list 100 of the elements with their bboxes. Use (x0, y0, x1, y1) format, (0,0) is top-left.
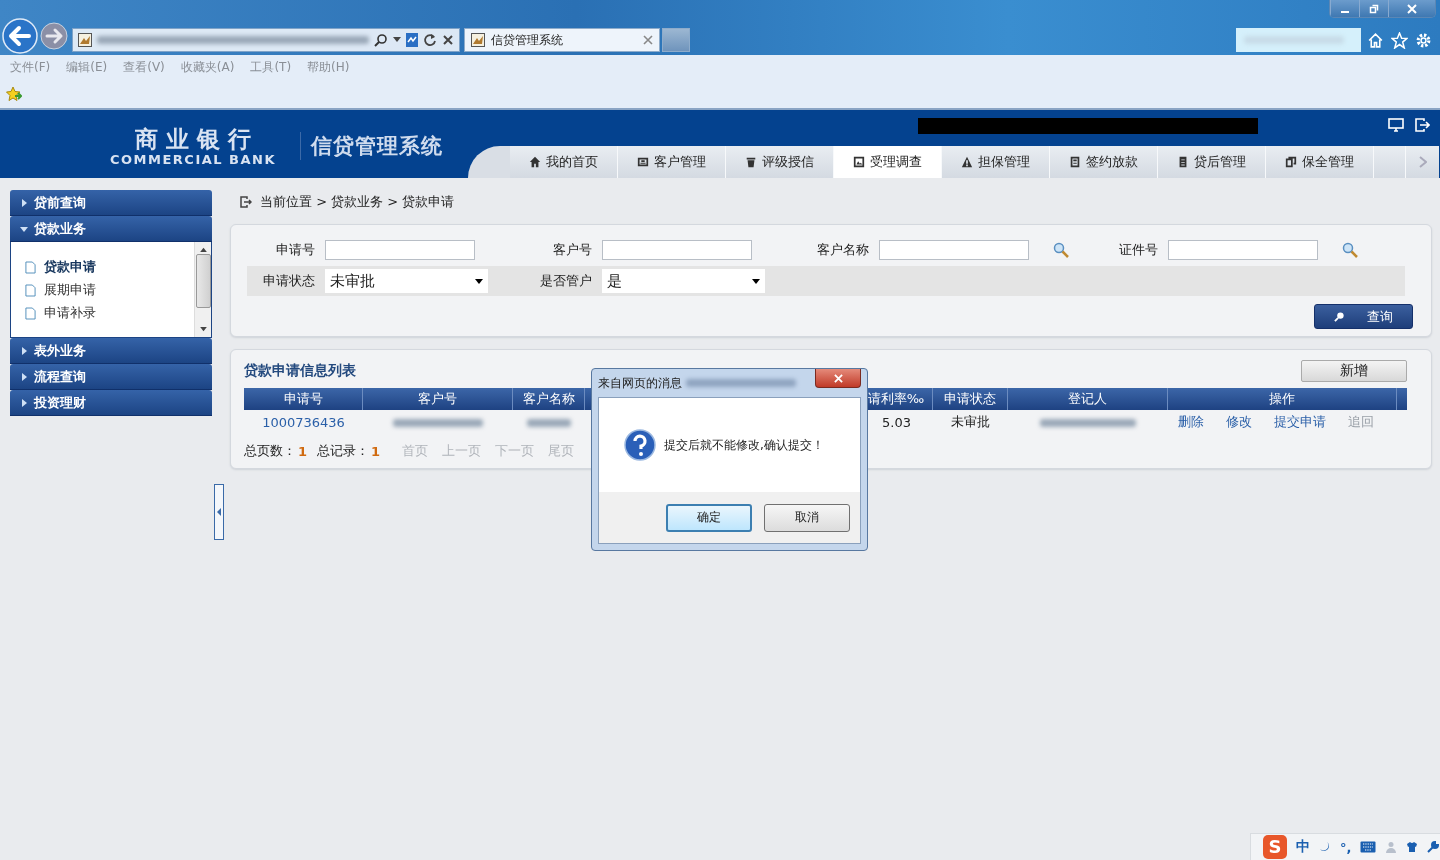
action-link[interactable]: 删除 (1178, 413, 1204, 431)
search-icon[interactable] (374, 33, 388, 47)
settings-icon[interactable] (1415, 32, 1432, 49)
dialog-button[interactable]: 确定 (666, 503, 752, 532)
close-button[interactable] (815, 369, 861, 388)
nav-tab[interactable]: 担保管理 (942, 146, 1050, 178)
ime-logo[interactable]: S (1263, 835, 1287, 859)
site-icon (78, 33, 92, 47)
sidebar-item[interactable]: 申请补录 (44, 304, 96, 322)
action-link[interactable]: 提交申请 (1274, 413, 1326, 431)
column-header: 申请号 (244, 388, 363, 410)
column-header: 操作 (1168, 388, 1397, 410)
field-label: 是否管户 (539, 272, 592, 290)
nav-tab[interactable]: 保全管理 (1266, 146, 1374, 178)
sidebar-section[interactable]: 贷前查询 (10, 190, 213, 216)
register-icon (1069, 156, 1081, 168)
dialog-title: 来自网页的消息 (598, 374, 682, 392)
ime-mode[interactable]: 中 (1296, 838, 1310, 856)
system-name: 信贷管理系统 (300, 132, 444, 160)
nav-tab[interactable]: 贷后管理 (1158, 146, 1266, 178)
browser-tab[interactable]: 信贷管理系统 (464, 28, 660, 52)
nav-tab[interactable]: 客户管理 (618, 146, 726, 178)
caret-icon (20, 224, 28, 233)
scroll-down-icon[interactable] (199, 327, 207, 332)
shirt-icon[interactable] (1406, 841, 1419, 853)
breadcrumb: 当前位置 > 贷款业务 > 贷款申请 (260, 193, 455, 211)
action-link[interactable]: 修改 (1226, 413, 1252, 431)
dropdown-arrow-icon[interactable] (393, 37, 401, 43)
caret-icon (20, 198, 28, 207)
add-button[interactable]: 新增 (1301, 360, 1407, 382)
monitor-icon[interactable] (1388, 117, 1404, 133)
blurred-text (527, 418, 571, 427)
column-header: 登记人 (1008, 388, 1168, 410)
moon-icon[interactable] (1319, 841, 1331, 853)
back-button[interactable] (2, 18, 38, 54)
field-label: 客户号 (552, 240, 592, 259)
list-title: 贷款申请信息列表 (244, 362, 356, 380)
table-cell: 未审批 (951, 414, 990, 429)
sidebar-item[interactable]: 贷款申请 (44, 258, 96, 276)
table-cell[interactable]: 1000736436 (262, 414, 345, 430)
table-cell: 5.03 (882, 414, 911, 430)
caret-icon (217, 508, 222, 516)
nav-tab[interactable]: 受理调查 (834, 146, 942, 178)
nav-tab[interactable]: 签约放款 (1050, 146, 1158, 178)
sidebar-section[interactable]: 流程查询 (10, 364, 213, 390)
address-bar[interactable] (72, 28, 460, 52)
page-count: 1 (298, 443, 308, 459)
text-field[interactable] (879, 239, 1029, 260)
refresh-icon[interactable] (423, 33, 437, 47)
copy-icon (1285, 156, 1297, 168)
field-label: 申请号 (275, 240, 315, 259)
site-icon (471, 33, 485, 47)
sidebar-section[interactable]: 投资理财 (10, 390, 213, 416)
scrollbar-thumb[interactable] (195, 253, 211, 308)
bin-icon (745, 156, 757, 168)
sidebar-section[interactable]: 贷款业务 (10, 216, 213, 242)
location-icon (240, 196, 252, 208)
caret-icon (20, 398, 28, 407)
sidebar-section[interactable]: 表外业务 (10, 338, 213, 364)
column-header: 客户号 (363, 388, 513, 410)
sidebar-item[interactable]: 展期申请 (44, 281, 96, 299)
logout-icon[interactable] (1414, 117, 1430, 133)
bank-name-english: COMMERCIAL BANK (110, 152, 277, 167)
document-icon (25, 260, 36, 274)
search-button[interactable]: 查询 (1314, 304, 1413, 329)
page-count-label: 总页数： (244, 442, 296, 460)
document-icon (25, 283, 36, 297)
tab-title: 信贷管理系统 (491, 31, 564, 49)
text-field[interactable] (1168, 239, 1318, 260)
nav-tab[interactable]: 评级授信 (726, 146, 834, 178)
dropdown[interactable]: 未审批 (325, 269, 488, 293)
scrollbar[interactable] (194, 242, 212, 337)
close-icon[interactable] (442, 34, 454, 46)
home-icon[interactable] (1367, 32, 1384, 49)
minimize-icon (1341, 10, 1349, 13)
field-label: 申请状态 (262, 272, 315, 290)
dialog-message: 提交后就不能修改,确认提交！ (664, 436, 824, 454)
forward-button[interactable] (40, 22, 68, 50)
minimize-button[interactable] (1330, 0, 1359, 17)
dialog-button[interactable]: 取消 (764, 503, 850, 532)
nav-tab[interactable]: 我的首页 (510, 146, 618, 178)
keyboard-icon[interactable] (1360, 841, 1377, 853)
home-icon (529, 156, 541, 168)
text-field[interactable] (325, 239, 475, 260)
restore-button[interactable] (1359, 0, 1388, 17)
bank-name: 商 业 银 行 (135, 126, 252, 152)
text-field[interactable] (602, 239, 752, 260)
caret-icon (20, 346, 28, 355)
punctuation-mode[interactable]: °, (1340, 839, 1352, 855)
caret-icon (752, 278, 760, 284)
star-icon[interactable] (1391, 32, 1408, 49)
restore-icon (1369, 3, 1379, 14)
wrench-icon[interactable] (1427, 841, 1440, 853)
close-button[interactable] (1388, 0, 1435, 17)
dropdown[interactable]: 是 (602, 269, 765, 293)
collapse-handle[interactable] (214, 484, 224, 540)
list-icon (1177, 156, 1189, 168)
favorites-star-icon[interactable] (6, 86, 22, 102)
compatibility-icon[interactable] (406, 33, 418, 47)
record-count-label: 总记录： (317, 442, 370, 460)
